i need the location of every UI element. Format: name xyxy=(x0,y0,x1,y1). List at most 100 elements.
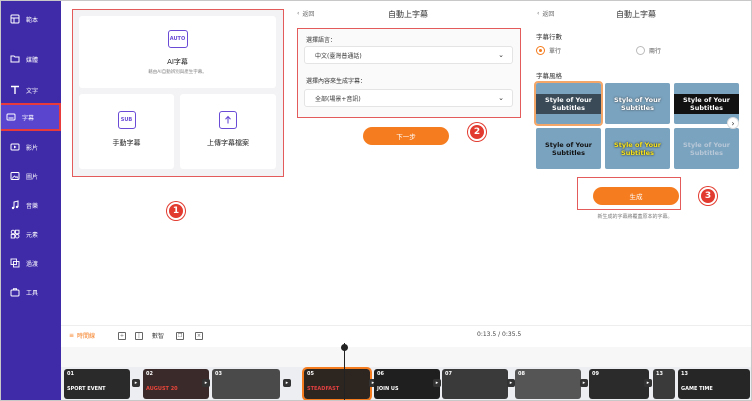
sidebar-item-label: 圖片 xyxy=(26,173,39,181)
language-select[interactable]: 中文(臺灣普通話) ⌄ xyxy=(304,46,513,64)
trash-icon[interactable]: × xyxy=(195,332,203,340)
transition-icon[interactable]: ▸ xyxy=(507,379,515,387)
clip[interactable]: 09 xyxy=(589,369,649,399)
transition-icon[interactable]: ▸ xyxy=(644,379,652,387)
upload-icon xyxy=(219,111,237,129)
ai-subtitle-description: 藉由AI自動辨別與產生字幕。 xyxy=(148,70,207,75)
upload-subtitle-card[interactable]: 上傳字幕檔案 xyxy=(180,94,276,169)
sidebar-item-media[interactable]: 媒體 xyxy=(5,47,57,71)
sidebar-item-label: 元素 xyxy=(26,231,39,239)
sidebar-item-label: 文字 xyxy=(26,87,39,95)
auto-subtitle-header-right: 自動上字幕 ‹ 返回 xyxy=(529,9,743,23)
sidebar-item-template[interactable]: 範本 xyxy=(5,7,57,31)
ai-subtitle-title: AI字幕 xyxy=(167,58,188,66)
text-icon xyxy=(9,84,21,96)
chevron-down-icon: ⌄ xyxy=(498,51,504,59)
style-option-6[interactable]: Style of Your Subtitles xyxy=(674,128,739,169)
sidebar-item-subtitle[interactable]: 字幕 xyxy=(1,103,61,131)
clip-caption: JOIN US xyxy=(377,386,399,392)
page-title: 自動上字幕 xyxy=(616,10,656,19)
sidebar-item-video[interactable]: 影片 xyxy=(5,135,57,159)
aspect-label[interactable]: 數智 xyxy=(152,331,164,340)
music-icon xyxy=(9,199,21,211)
two-line-radio[interactable]: 兩行 xyxy=(636,46,661,55)
sidebar-item-elements[interactable]: 元素 xyxy=(5,222,57,246)
transition-icon[interactable]: ▸ xyxy=(580,379,588,387)
sidebar-item-text[interactable]: 文字 xyxy=(5,78,57,102)
step-marker-2: 2 xyxy=(468,123,486,141)
back-button[interactable]: ‹ 返回 xyxy=(537,9,554,18)
sidebar-item-music[interactable]: 音樂 xyxy=(5,193,57,217)
language-settings-panel: 選擇語言： 中文(臺灣普通話) ⌄ 選擇內容來生成字幕： 全部(場景+音訊) ⌄ xyxy=(297,28,521,118)
clip[interactable]: 13 xyxy=(653,369,675,399)
playhead-handle[interactable] xyxy=(341,344,348,351)
clip-number: 02 xyxy=(146,371,153,377)
content-label: 選擇內容來生成字幕： xyxy=(306,78,367,85)
clip-number: 03 xyxy=(215,371,222,377)
style-option-4[interactable]: Style of Your Subtitles xyxy=(536,128,601,169)
tools-icon xyxy=(9,286,21,298)
clip[interactable]: 06 JOIN US xyxy=(374,369,440,399)
back-button[interactable]: ‹ 返回 xyxy=(297,9,314,18)
single-line-radio[interactable]: 單行 xyxy=(536,46,561,55)
auto-subtitle-header: 自動上字幕 ‹ 返回 xyxy=(297,9,519,23)
ai-subtitle-card[interactable]: AUTO AI字幕 藉由AI自動辨別與產生字幕。 xyxy=(79,16,276,88)
generate-button[interactable]: 生成 xyxy=(593,187,679,205)
clip-number: 07 xyxy=(445,371,452,377)
timeline-label: 時間線 xyxy=(77,333,96,340)
sub-icon: SUB xyxy=(117,111,136,129)
copy-icon[interactable]: ❐ xyxy=(176,332,184,340)
style-preview-text: Style of Your Subtitles xyxy=(536,93,601,114)
transition-icon[interactable]: ▸ xyxy=(132,379,140,387)
clip-number: 09 xyxy=(592,371,599,377)
sidebar-item-tools[interactable]: 工具 xyxy=(5,280,57,304)
subtitle-options-panel: AUTO AI字幕 藉由AI自動辨別與產生字幕。 SUB 手動字幕 上傳字幕檔案 xyxy=(72,9,284,177)
back-label: 返回 xyxy=(542,11,555,18)
radio-dot xyxy=(536,46,545,55)
style-option-5[interactable]: Style of Your Subtitles xyxy=(605,128,670,169)
timeline-icon: ≡ xyxy=(69,332,75,339)
style-option-1[interactable]: Style of Your Subtitles xyxy=(534,81,603,126)
timeline-toggle[interactable]: ≡ 時間線 xyxy=(69,331,95,340)
sidebar-item-transition[interactable]: 過渡 xyxy=(5,251,57,275)
clip[interactable]: 03 xyxy=(212,369,280,399)
split-icon[interactable]: | xyxy=(135,332,143,340)
chevron-left-icon: ‹ xyxy=(297,10,300,17)
sidebar-item-image[interactable]: 圖片 xyxy=(5,164,57,188)
next-step-button[interactable]: 下一步 xyxy=(363,127,449,145)
timeline-ruler[interactable] xyxy=(61,347,751,367)
playback-time: 0:13.5 / 0:35.5 xyxy=(477,331,522,338)
clip-number: 06 xyxy=(377,371,384,377)
style-preview-text: Style of Your Subtitles xyxy=(614,140,661,157)
transition-icon[interactable]: ▸ xyxy=(433,379,441,387)
clip[interactable]: 02 AUGUST 20 xyxy=(143,369,209,399)
style-preview-text: Style of Your Subtitles xyxy=(683,140,730,157)
transition-icon[interactable]: ▸ xyxy=(202,379,210,387)
chevron-down-icon: ⌄ xyxy=(498,94,504,102)
language-value: 中文(臺灣普通話) xyxy=(315,52,362,60)
clip[interactable]: 07 xyxy=(442,369,508,399)
chevron-right-icon[interactable]: › xyxy=(727,117,739,129)
clip-caption: AUGUST 20 xyxy=(146,386,178,392)
timeline-toolbar: ≡ 時間線 + | 數智 ❐ × 0:13.5 / 0:35.5 xyxy=(61,325,751,347)
subtitle-icon xyxy=(5,111,17,123)
manual-subtitle-card[interactable]: SUB 手動字幕 xyxy=(79,94,174,169)
sidebar-item-label: 範本 xyxy=(26,16,39,24)
sidebar-item-label: 媒體 xyxy=(26,56,39,64)
content-select[interactable]: 全部(場景+音訊) ⌄ xyxy=(304,89,513,107)
style-option-2[interactable]: Style of Your Subtitles xyxy=(605,83,670,124)
back-label: 返回 xyxy=(302,11,315,18)
transition-icon xyxy=(9,257,21,269)
playhead[interactable] xyxy=(344,343,345,400)
transition-icon[interactable]: ▸ xyxy=(283,379,291,387)
sidebar-item-label: 工具 xyxy=(26,289,39,297)
clip[interactable]: 13 GAME TIME xyxy=(678,369,750,399)
clip[interactable]: 01 SPORT EVENT xyxy=(64,369,130,399)
clip-selected[interactable]: 05 STEADFAST xyxy=(302,367,372,400)
chevron-left-icon: ‹ xyxy=(537,10,540,17)
clip-number: 13 xyxy=(656,371,663,377)
clip[interactable]: 08 xyxy=(515,369,581,399)
sidebar-item-label: 影片 xyxy=(26,144,39,152)
add-clip-icon[interactable]: + xyxy=(118,332,126,340)
sidebar: 範本 媒體 文字 字幕 影片 圖片 音樂 元素 過渡 工具 xyxy=(1,1,61,400)
